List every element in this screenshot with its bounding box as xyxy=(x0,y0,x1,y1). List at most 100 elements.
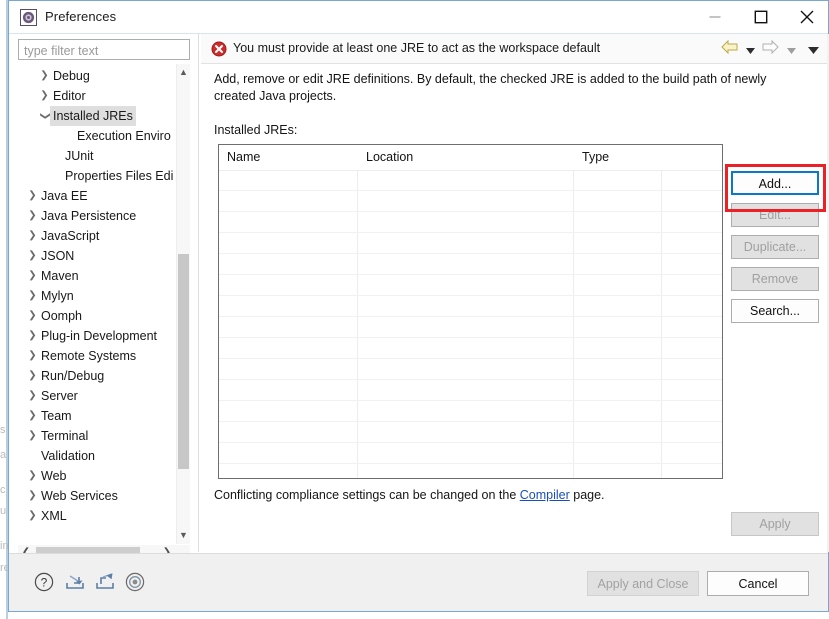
tree-item-label: Server xyxy=(41,389,78,403)
scroll-up-icon[interactable]: ▲ xyxy=(177,64,190,81)
row-separator xyxy=(219,295,722,296)
minimize-button[interactable] xyxy=(692,1,738,33)
tree-item[interactable]: ❯ Mylyn xyxy=(18,286,176,306)
tree-item[interactable]: ❯ Remote Systems xyxy=(18,346,176,366)
compiler-note-suffix: page. xyxy=(569,488,605,502)
filter-input[interactable] xyxy=(18,39,190,60)
back-dropdown-icon[interactable] xyxy=(745,41,755,59)
row-separator xyxy=(219,358,722,359)
preferences-dialog: Preferences ❯Debug❯Editor❯Installed JREs… xyxy=(8,0,829,612)
chevron-right-icon[interactable]: ❯ xyxy=(26,186,39,206)
chevron-right-icon[interactable]: ❯ xyxy=(26,366,39,386)
message-bar: You must provide at least one JRE to act… xyxy=(201,34,827,64)
tree-item[interactable]: ❯ Maven xyxy=(18,266,176,286)
cancel-button[interactable]: Cancel xyxy=(707,571,809,596)
tree-item[interactable]: ❯ Installed JREs xyxy=(18,106,176,126)
column-separator xyxy=(661,145,662,478)
search-jre-button[interactable]: Search... xyxy=(731,299,819,323)
row-separator xyxy=(219,274,722,275)
apply-and-close-button[interactable]: Apply and Close xyxy=(587,571,699,596)
row-separator xyxy=(219,463,722,464)
tree-item[interactable]: ❯ XML xyxy=(18,506,176,526)
row-separator xyxy=(219,316,722,317)
chevron-right-icon[interactable]: ❯ xyxy=(26,426,39,446)
chevron-right-icon[interactable]: ❯ xyxy=(26,226,39,246)
chevron-right-icon[interactable]: ❯ xyxy=(26,306,39,326)
column-header-type[interactable]: Type xyxy=(574,145,661,170)
chevron-right-icon[interactable]: ❯ xyxy=(26,346,39,366)
tree-item[interactable]: JUnit xyxy=(18,146,176,166)
chevron-right-icon[interactable]: ❯ xyxy=(38,86,51,106)
preferences-icon xyxy=(20,9,37,26)
chevron-right-icon[interactable]: ❯ xyxy=(26,286,39,306)
forward-dropdown-icon[interactable] xyxy=(786,41,796,59)
row-separator xyxy=(219,232,722,233)
tree-item[interactable]: Properties Files Edi xyxy=(18,166,176,186)
tree-item[interactable]: ❯ Run/Debug xyxy=(18,366,176,386)
compiler-note-prefix: Conflicting compliance settings can be c… xyxy=(214,488,520,502)
chevron-right-icon[interactable]: ❯ xyxy=(26,246,39,266)
close-button[interactable] xyxy=(784,1,829,33)
chevron-right-icon[interactable]: ❯ xyxy=(26,386,39,406)
chevron-right-icon[interactable]: ❯ xyxy=(26,486,39,506)
column-separator xyxy=(357,145,358,478)
tree-item-label: Validation xyxy=(41,449,95,463)
maximize-button[interactable] xyxy=(738,1,784,33)
tree-item-label: Remote Systems xyxy=(41,349,137,363)
tree-item[interactable]: ❯ Plug-in Development xyxy=(18,326,176,346)
column-header-blank[interactable] xyxy=(662,145,722,170)
tree-item[interactable]: Execution Enviro xyxy=(18,126,176,146)
column-separator xyxy=(573,145,574,478)
tree-item[interactable]: ❯ Web Services xyxy=(18,486,176,506)
column-header-name[interactable]: Name xyxy=(219,145,357,170)
row-separator xyxy=(219,337,722,338)
chevron-right-icon[interactable]: ❯ xyxy=(26,406,39,426)
svg-text:?: ? xyxy=(41,576,48,590)
record-icon[interactable] xyxy=(125,572,147,594)
tree-item[interactable]: ❯ Terminal xyxy=(18,426,176,446)
apply-button[interactable]: Apply xyxy=(731,512,819,536)
chevron-right-icon[interactable]: ❯ xyxy=(26,266,39,286)
tree-item-label: JSON xyxy=(41,249,75,263)
back-arrow-icon[interactable] xyxy=(721,39,738,59)
chevron-right-icon[interactable]: ❯ xyxy=(26,326,39,346)
chevron-right-icon[interactable]: ❯ xyxy=(26,466,39,486)
tree-item[interactable]: ❯ Web xyxy=(18,466,176,486)
help-icon[interactable]: ? xyxy=(34,572,56,594)
tree-item-label: JavaScript xyxy=(41,229,100,243)
tree-item[interactable]: ❯ JavaScript xyxy=(18,226,176,246)
tree-item[interactable]: Validation xyxy=(18,446,176,466)
view-menu-icon[interactable] xyxy=(808,41,819,59)
preferences-tree[interactable]: ❯ Debug ❯ Editor ❯ Installed JREs Execution En… xyxy=(18,64,190,544)
tree-item[interactable]: ❯ Server xyxy=(18,386,176,406)
tree-item-label: Terminal xyxy=(41,429,89,443)
tree-item[interactable]: ❯ Oomph xyxy=(18,306,176,326)
edit-jre-button[interactable]: Edit... xyxy=(731,203,819,227)
compiler-link[interactable]: Compiler xyxy=(520,488,570,502)
tree-item[interactable]: ❯ Editor xyxy=(18,86,176,106)
duplicate-jre-button[interactable]: Duplicate... xyxy=(731,235,819,259)
tree-item-label: Oomph xyxy=(41,309,82,323)
installed-jres-table[interactable]: Name Location Type xyxy=(218,144,723,479)
column-header-location[interactable]: Location xyxy=(358,145,573,170)
tree-item[interactable]: ❯ JSON xyxy=(18,246,176,266)
error-message: You must provide at least one JRE to act… xyxy=(233,41,601,55)
ghost-line: c xyxy=(0,484,6,496)
tree-item[interactable]: ❯ Java Persistence xyxy=(18,206,176,226)
export-icon[interactable] xyxy=(94,572,116,594)
add-jre-button[interactable]: Add... xyxy=(731,171,819,195)
tree-item-label: JUnit xyxy=(65,149,94,163)
remove-jre-button[interactable]: Remove xyxy=(731,267,819,291)
tree-item[interactable]: ❯ Team xyxy=(18,406,176,426)
forward-arrow-icon[interactable] xyxy=(762,39,779,59)
chevron-right-icon[interactable]: ❯ xyxy=(26,206,39,226)
import-icon[interactable] xyxy=(64,572,86,594)
scroll-down-icon[interactable]: ▼ xyxy=(177,527,190,544)
tree-item[interactable]: ❯ Java EE xyxy=(18,186,176,206)
tree-item[interactable]: ❯ Debug xyxy=(18,66,176,86)
chevron-right-icon[interactable]: ❯ xyxy=(26,506,39,526)
tree-item-label: Mylyn xyxy=(41,289,74,303)
chevron-right-icon[interactable]: ❯ xyxy=(38,66,51,86)
tree-vertical-scrollbar[interactable]: ▲ ▼ xyxy=(176,64,190,544)
vertical-scroll-thumb[interactable] xyxy=(178,254,189,469)
